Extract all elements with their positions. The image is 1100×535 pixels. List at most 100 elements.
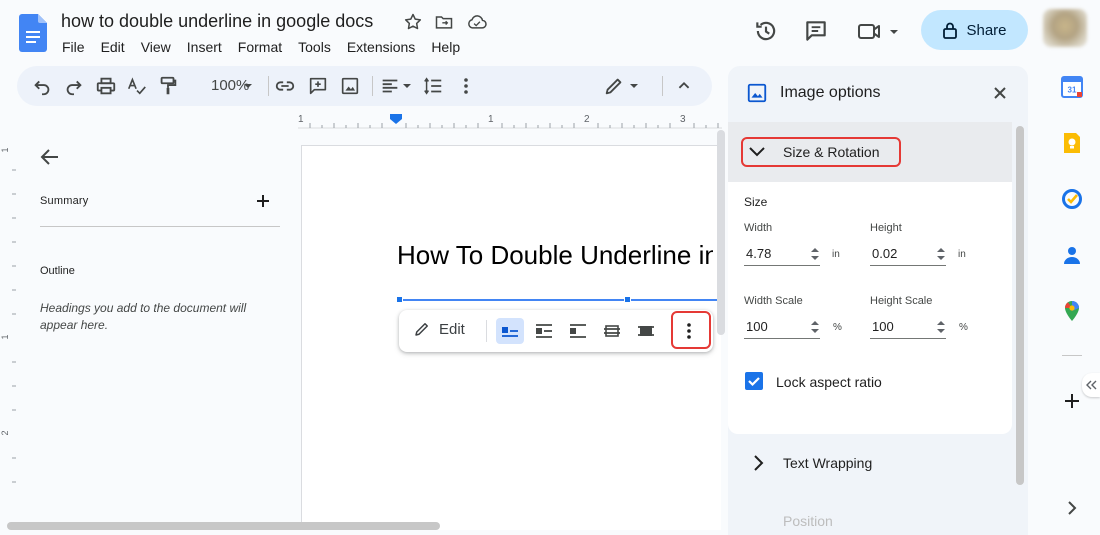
- panel-scrollbar[interactable]: [1016, 126, 1024, 485]
- contacts-app-icon[interactable]: [1061, 244, 1083, 266]
- lock-aspect-checkbox[interactable]: [745, 372, 763, 390]
- wrap-text-button[interactable]: [530, 318, 558, 344]
- width-input[interactable]: 4.78: [744, 244, 820, 266]
- insert-link-icon[interactable]: [274, 75, 296, 97]
- ruler-tick-label: 3: [680, 114, 686, 125]
- paint-format-icon[interactable]: [157, 75, 179, 97]
- show-side-panel-icon[interactable]: [1061, 497, 1083, 519]
- width-unit: in: [832, 249, 840, 260]
- menu-extensions[interactable]: Extensions: [339, 37, 423, 57]
- menu-edit[interactable]: Edit: [93, 37, 133, 57]
- collapse-menus-icon[interactable]: [673, 75, 695, 97]
- star-icon[interactable]: [403, 12, 423, 32]
- side-bar-divider: [1062, 355, 1082, 356]
- tasks-app-icon[interactable]: [1061, 188, 1083, 210]
- image-inline-toolbar: Edit: [399, 310, 713, 352]
- more-options-icon[interactable]: [455, 75, 477, 97]
- zoom-dropdown-icon[interactable]: [241, 75, 255, 97]
- resize-handle[interactable]: [396, 296, 403, 303]
- edit-image-button[interactable]: Edit: [413, 320, 465, 338]
- in-front-of-text-button[interactable]: [632, 318, 660, 344]
- spellcheck-icon[interactable]: [126, 75, 148, 97]
- height-scale-label: Height Scale: [870, 295, 933, 307]
- chevron-right-icon[interactable]: [751, 454, 765, 472]
- ruler-tick-label: 1: [488, 114, 494, 125]
- meet-icon[interactable]: [857, 18, 901, 44]
- document-scrollbar[interactable]: [717, 130, 725, 335]
- break-text-button[interactable]: [564, 318, 592, 344]
- outline-hint-text: Headings you add to the document will ap…: [40, 301, 247, 332]
- ruler-tick-label: 1: [298, 114, 304, 125]
- horizontal-scrollbar[interactable]: [7, 522, 440, 530]
- menu-tools[interactable]: Tools: [290, 37, 339, 57]
- move-to-folder-icon[interactable]: [434, 12, 454, 32]
- doc-title[interactable]: how to double underline in google docs: [61, 11, 373, 32]
- menu-file[interactable]: File: [54, 37, 93, 57]
- more-options-highlight: [671, 311, 711, 349]
- document-heading[interactable]: How To Double Underline in Google Docs: [397, 240, 713, 271]
- vertical-ruler[interactable]: 1 1 2: [0, 130, 16, 525]
- cloud-saved-icon[interactable]: [466, 12, 487, 32]
- menu-bar: File Edit View Insert Format Tools Exten…: [54, 37, 468, 57]
- toolbar-divider: [662, 76, 663, 96]
- share-label: Share: [966, 21, 1007, 39]
- history-icon[interactable]: [753, 18, 779, 44]
- height-input[interactable]: 0.02: [870, 244, 946, 266]
- insert-image-icon[interactable]: [339, 75, 361, 97]
- height-scale-input[interactable]: 100: [870, 317, 946, 339]
- get-add-ons-icon[interactable]: [1061, 390, 1083, 412]
- menu-insert[interactable]: Insert: [179, 37, 230, 57]
- outline-divider: [40, 226, 280, 227]
- width-scale-input[interactable]: 100: [744, 317, 820, 339]
- calendar-app-icon[interactable]: 31: [1061, 76, 1083, 98]
- undo-icon[interactable]: [31, 75, 53, 97]
- add-summary-icon[interactable]: [255, 193, 271, 209]
- editing-mode-dropdown-icon[interactable]: [627, 75, 641, 97]
- outline-heading: Outline: [40, 265, 75, 277]
- selected-line-image[interactable]: [396, 296, 719, 303]
- wrap-inline-button[interactable]: [496, 318, 524, 344]
- width-stepper-icon[interactable]: [810, 246, 820, 262]
- back-arrow-icon[interactable]: [40, 147, 60, 167]
- width-scale-stepper-icon[interactable]: [810, 319, 820, 335]
- toolbar-divider: [372, 76, 373, 96]
- text-wrapping-section[interactable]: Text Wrapping: [783, 455, 872, 471]
- add-comment-icon[interactable]: [307, 75, 329, 97]
- height-label: Height: [870, 222, 902, 234]
- menu-format[interactable]: Format: [230, 37, 290, 57]
- print-icon[interactable]: [95, 75, 117, 97]
- toolbar-divider: [268, 76, 269, 96]
- align-left-icon[interactable]: [379, 75, 401, 97]
- share-button[interactable]: Share: [921, 10, 1028, 50]
- menu-help[interactable]: Help: [423, 37, 468, 57]
- redo-icon[interactable]: [63, 75, 85, 97]
- edit-label: Edit: [439, 320, 465, 338]
- avatar[interactable]: [1043, 9, 1087, 47]
- lock-aspect-label[interactable]: Lock aspect ratio: [776, 374, 882, 390]
- horizontal-ruler[interactable]: 1 1 2 3: [298, 111, 722, 129]
- image-icon: [746, 82, 768, 104]
- align-dropdown-icon[interactable]: [401, 75, 413, 97]
- calendar-day: 31: [1068, 86, 1077, 95]
- behind-text-button[interactable]: [598, 318, 626, 344]
- ruler-tick-label: 2: [584, 114, 590, 125]
- close-icon[interactable]: [991, 84, 1009, 102]
- docs-logo[interactable]: [19, 14, 47, 52]
- vruler-tick-label: 1: [0, 147, 10, 152]
- comments-icon[interactable]: [803, 18, 829, 44]
- width-scale-unit: %: [833, 322, 842, 333]
- position-section[interactable]: Position: [783, 513, 833, 529]
- height-stepper-icon[interactable]: [936, 246, 946, 262]
- editing-toolbar: 100%: [17, 66, 712, 106]
- resize-handle[interactable]: [624, 296, 631, 303]
- side-panel-toggle-icon[interactable]: [1082, 373, 1100, 397]
- maps-app-icon[interactable]: [1061, 300, 1083, 322]
- toolbar-divider: [486, 320, 487, 342]
- vruler-tick-label: 1: [0, 334, 10, 339]
- height-scale-stepper-icon[interactable]: [936, 319, 946, 335]
- line-spacing-icon[interactable]: [422, 75, 444, 97]
- keep-app-icon[interactable]: [1061, 132, 1083, 154]
- pencil-icon: [413, 320, 431, 338]
- editing-mode-icon[interactable]: [603, 75, 625, 97]
- menu-view[interactable]: View: [133, 37, 179, 57]
